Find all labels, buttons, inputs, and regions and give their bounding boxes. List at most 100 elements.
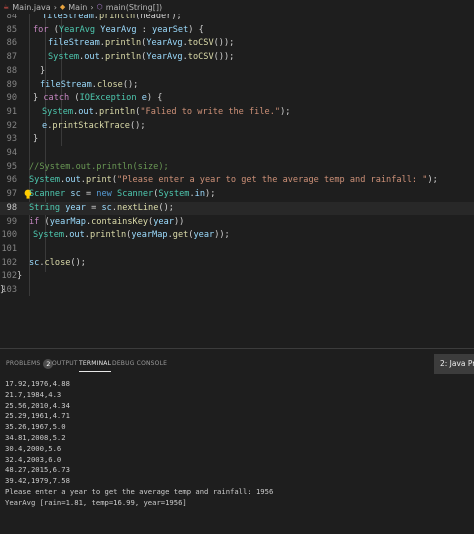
code-token: }	[33, 93, 44, 104]
code-token: System	[48, 52, 80, 63]
code-token: }	[17, 271, 23, 282]
code-token: println	[104, 38, 142, 49]
code-token: //System.out.println(size);	[29, 161, 169, 172]
code-line[interactable]: 85 for (YearAvg YearAvg : yearSet) {	[0, 24, 474, 38]
code-token: ) {	[146, 93, 163, 104]
code-token: close	[44, 257, 71, 268]
code-token: =	[80, 189, 97, 200]
code-token: println	[89, 230, 127, 241]
code-text: System.out.println(YearAvg.toCSV());	[48, 51, 234, 65]
code-token: fileStream	[40, 79, 92, 90]
code-token: out	[78, 106, 94, 117]
code-token: (header);	[135, 14, 182, 21]
tab-debug-console[interactable]: DEBUG CONSOLE	[112, 357, 167, 371]
breadcrumb: ☕ Main.java › ◆ Main › ⬡ main(String[])	[0, 0, 474, 14]
code-text: fileStream.println(header);	[42, 14, 182, 24]
line-number: 88	[6, 65, 17, 76]
code-token: ();	[122, 79, 139, 90]
line-number: 102	[1, 257, 17, 268]
code-text: //System.out.println(size);	[29, 161, 169, 175]
code-token: year	[65, 202, 86, 213]
terminal-line: 21.7,1984,4.3	[5, 389, 62, 399]
code-line[interactable]: 96 System.out.print("Please enter a year …	[0, 174, 474, 188]
code-line[interactable]: 98 String year = sc.nextLine();	[0, 201, 474, 216]
code-text: String year = sc.nextLine();	[29, 202, 174, 216]
code-line[interactable]: 101	[0, 243, 474, 257]
tab-label: DEBUG CONSOLE	[112, 360, 168, 367]
line-number: 90	[6, 93, 17, 104]
line-number: 86	[6, 38, 17, 49]
code-line[interactable]: 88}	[0, 65, 474, 79]
code-line[interactable]: 91 System.out.println("Falied to write th…	[0, 106, 474, 120]
breadcrumb-class[interactable]: Main	[68, 3, 87, 12]
line-number: 94	[6, 148, 17, 158]
code-text: fileStream.close();	[40, 79, 138, 93]
code-text: for (YearAvg YearAvg : yearSet) {	[33, 24, 204, 38]
code-token: :	[136, 24, 153, 35]
tab-output[interactable]: OUTPUT	[52, 357, 78, 371]
code-line[interactable]: 97 Scanner sc = new Scanner(System.in);	[0, 188, 474, 202]
code-token: (	[69, 93, 80, 104]
terminal-line: 25.56,2010,4.34	[5, 400, 70, 410]
code-token: out	[65, 175, 81, 186]
code-token: }	[0, 285, 6, 295]
chevron-right-icon: ›	[90, 2, 94, 12]
line-number: 98	[6, 202, 17, 213]
code-token: YearAvg	[146, 38, 183, 49]
code-line[interactable]: 84 fileStream.println(header);	[0, 14, 474, 24]
code-text: fileStream.println(YearAvg.toCSV());	[48, 37, 234, 51]
code-token: sc	[29, 257, 40, 268]
code-line[interactable]: 95 //System.out.println(size);	[0, 161, 474, 175]
code-token: containsKey	[91, 216, 149, 227]
code-token: );	[205, 189, 216, 200]
code-token: yearMap	[131, 230, 168, 241]
code-line[interactable]: 99 if (yearMap.containsKey(year))	[0, 216, 474, 230]
code-line[interactable]: 86 fileStream.println(YearAvg.toCSV());	[0, 37, 474, 51]
line-number: 97	[6, 189, 17, 200]
code-token: for	[33, 24, 49, 35]
code-line[interactable]: 90} catch (IOException e) {	[0, 92, 474, 106]
terminal-line: 39.42,1979,7.58	[5, 476, 70, 486]
method-icon: ⬡	[96, 3, 103, 11]
breadcrumb-method[interactable]: main(String[])	[106, 3, 162, 12]
code-line[interactable]: 93}	[0, 133, 474, 147]
panel-tabs: PROBLEMS 2 OUTPUT TERMINAL DEBUG CONSOLE …	[0, 349, 474, 377]
code-line[interactable]: 87 System.out.println(YearAvg.toCSV());	[0, 51, 474, 65]
code-token: toCSV	[187, 52, 214, 63]
code-line[interactable]: 89 fileStream.close();	[0, 79, 474, 93]
terminal-line: YearAvg [rain=1.81, temp=16.99, year=195…	[5, 497, 187, 507]
tab-terminal[interactable]: TERMINAL	[79, 357, 112, 372]
code-token: catch	[43, 93, 70, 104]
code-token: "Falied to write the file."	[140, 106, 281, 117]
line-number: 99	[6, 216, 17, 227]
code-line[interactable]: 102}	[0, 270, 474, 284]
terminal-output[interactable]: 17.92,1976,4.88 21.7,1984,4.3 25.56,2010,4…	[5, 379, 470, 531]
code-line[interactable]: 100 System.out.println(yearMap.get(year))…	[0, 229, 474, 243]
line-number: 95	[6, 161, 17, 172]
code-token: println	[104, 52, 142, 63]
code-token: IOException	[79, 93, 137, 104]
code-token: ) {	[188, 24, 204, 35]
java-file-icon: ☕	[3, 3, 10, 11]
terminal-select-dropdown[interactable]: 2: Java Proc	[434, 354, 474, 374]
code-line[interactable]: 94	[0, 147, 474, 161]
code-text: sc.close();	[29, 257, 86, 271]
terminal-line: 17.92,1976,4.88	[5, 379, 70, 388]
tab-problems[interactable]: PROBLEMS 2	[6, 357, 54, 371]
line-number: 85	[6, 24, 17, 35]
code-token: YearAvg	[58, 24, 96, 35]
code-line[interactable]: 102 sc.close();	[0, 257, 474, 271]
code-line[interactable]: 92 e.printStackTrace();	[0, 120, 474, 134]
class-icon: ◆	[59, 3, 66, 11]
code-token: println	[98, 14, 136, 21]
breadcrumb-file[interactable]: Main.java	[12, 3, 50, 12]
code-line[interactable]: 103}	[0, 284, 474, 298]
code-token: System	[29, 175, 61, 186]
code-text: System.out.println(yearMap.get(year));	[33, 229, 230, 243]
line-number: 92	[6, 120, 17, 131]
code-token: out	[69, 230, 85, 241]
code-token: print	[85, 175, 112, 186]
code-token: Scanner	[29, 189, 66, 200]
code-token: ();	[158, 202, 174, 213]
code-editor[interactable]: 84 fileStream.println(header); 85 for (Year…	[0, 14, 474, 348]
